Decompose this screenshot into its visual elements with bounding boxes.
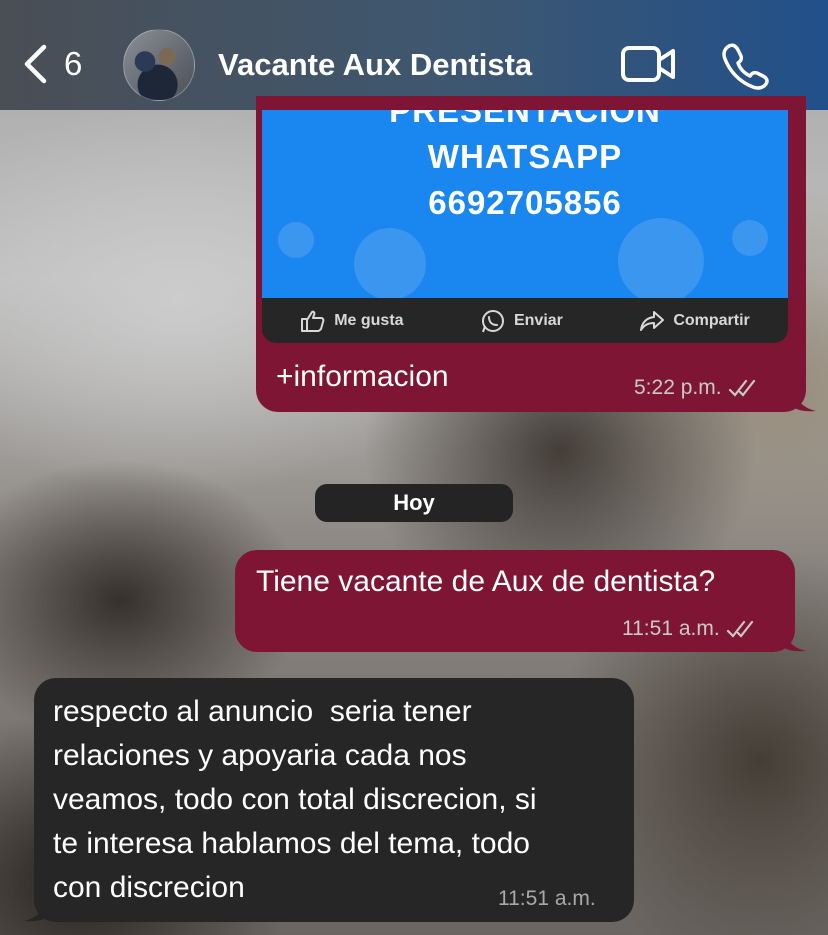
chat-header: 6 Vacante Aux Dentista [0,0,828,110]
message-time: 11:51 a.m. [622,617,720,640]
double-check-icon [728,379,755,397]
share-action[interactable]: Compartir [639,309,750,333]
message-text: Tiene vacante de Aux de dentista? [256,565,716,598]
unread-count: 6 [64,45,83,82]
date-separator: Hoy [315,484,513,522]
bubble-tail [782,626,806,652]
double-check-icon [726,620,753,638]
ad-text-line: WHATSAPP [427,138,623,175]
share-icon [640,310,665,331]
back-button[interactable]: 6 [22,44,82,84]
like-action[interactable]: Me gusta [300,309,404,333]
message-time: 11:51 a.m. [498,887,596,910]
send-label: Enviar [513,311,563,329]
message-text: +informacion [276,360,449,393]
bubble-tail [792,386,816,412]
message-meta: 11:51 a.m. [622,617,756,641]
message-meta: 11:51 a.m. [498,887,596,911]
bubble-tail [24,896,48,922]
ad-image: PRESENTACION WHATSAPP 6692705856 [262,110,788,298]
send-action[interactable]: Enviar [480,308,563,334]
share-label: Compartir [673,311,750,329]
ad-action-bar: Me gusta Enviar Compartir [262,298,788,343]
message-meta: 5:22 p.m. [634,376,758,400]
message-text: respecto al anuncio seria tener relacion… [53,695,537,904]
like-label: Me gusta [334,311,404,329]
thumbs-up-icon [301,310,325,332]
message-time: 5:22 p.m. [634,376,722,399]
video-call-icon[interactable] [620,40,676,90]
chat-title[interactable]: Vacante Aux Dentista [218,47,532,83]
avatar[interactable] [123,29,195,101]
whatsapp-icon [481,309,504,332]
chevron-left-icon [24,44,47,84]
ad-phone-number: 6692705856 [428,184,622,221]
ad-preview-card[interactable]: PRESENTACION WHATSAPP 6692705856 Me gust… [262,110,788,343]
ad-text-line: PRESENTACION [389,110,661,129]
phone-icon[interactable] [720,40,770,90]
